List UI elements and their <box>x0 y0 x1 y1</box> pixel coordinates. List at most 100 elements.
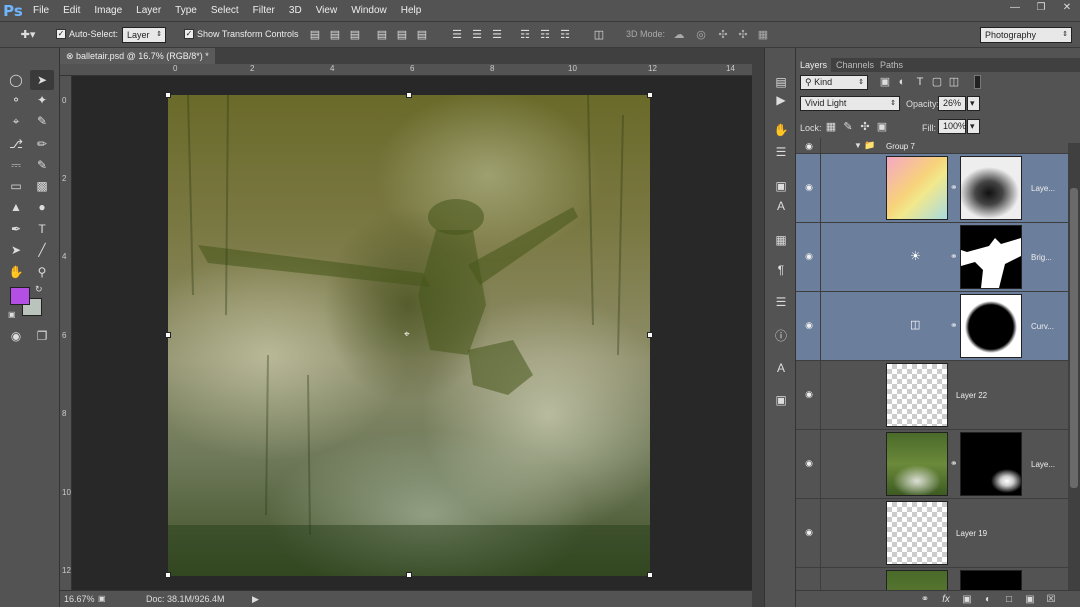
transform-handle-nw[interactable] <box>165 92 171 98</box>
crop-icon[interactable]: ⌖ <box>4 111 28 131</box>
swap-colors-icon[interactable]: ↻ <box>35 284 43 295</box>
distribute-right-icon[interactable]: ☶ <box>558 28 572 42</box>
close-icon[interactable]: ⊗ <box>66 51 76 61</box>
filter-type-icon[interactable]: T <box>913 75 927 89</box>
fx-icon[interactable]: fx <box>939 593 953 607</box>
hand-icon[interactable]: ✋ <box>4 262 28 282</box>
transform-handle-w[interactable] <box>165 332 171 338</box>
eye-icon[interactable]: ◉ <box>802 182 816 193</box>
eye-icon[interactable]: ◉ <box>802 527 816 538</box>
document-tab[interactable]: ⊗ balletair.psd @ 16.7% (RGB/8*) * <box>60 48 215 64</box>
menu-help[interactable]: Help <box>394 0 429 22</box>
move-icon[interactable]: ➤ <box>30 70 54 90</box>
fill-input[interactable]: 100% <box>938 119 966 134</box>
foreground-color-swatch[interactable] <box>10 287 30 305</box>
move-tool-preset-icon[interactable]: ✚▾ <box>16 28 40 42</box>
3d-pan-icon[interactable]: ✣ <box>716 28 730 42</box>
transform-handle-sw[interactable] <box>165 572 171 578</box>
fill-slider-button[interactable]: ▾ <box>967 119 980 134</box>
layers-scrollbar-thumb[interactable] <box>1070 188 1078 488</box>
blur-icon[interactable]: ▲ <box>4 197 28 217</box>
layer-row[interactable]: ◉ ⚭ Laye... <box>796 430 1068 499</box>
auto-align-icon[interactable]: ◫ <box>592 28 606 42</box>
distribute-hcenter-icon[interactable]: ☶ <box>538 28 552 42</box>
lock-all-icon[interactable]: ▣ <box>875 120 889 134</box>
layer-mask-thumbnail[interactable] <box>960 156 1022 220</box>
eye-icon[interactable]: ◉ <box>802 141 816 152</box>
eye-icon[interactable]: ◉ <box>802 458 816 469</box>
link-icon[interactable]: ⚭ <box>950 182 958 193</box>
quick-mask-icon[interactable]: ◉ <box>4 326 28 346</box>
filter-adjustment-icon[interactable]: ◐ <box>895 75 909 89</box>
adjust-sliders-icon[interactable]: ☰ <box>773 144 789 160</box>
auto-select-checkbox[interactable]: ✓ <box>56 29 66 39</box>
status-preview-icon[interactable]: ▣ <box>98 594 106 603</box>
transform-handle-n[interactable] <box>406 92 412 98</box>
eye-icon[interactable]: ◉ <box>802 389 816 400</box>
filter-toggle-switch[interactable] <box>974 75 981 89</box>
transform-handle-s[interactable] <box>406 572 412 578</box>
grid-icon[interactable]: ▦ <box>773 232 789 248</box>
distribute-vcenter-icon[interactable]: ☰ <box>470 28 484 42</box>
tab-paths[interactable]: Paths <box>876 58 907 72</box>
link-icon[interactable]: ⚭ <box>950 458 958 469</box>
path-select-icon[interactable]: ➤ <box>4 240 28 260</box>
close-icon[interactable]: ✕ <box>1054 0 1080 16</box>
history-icon[interactable]: ▤ <box>773 74 789 90</box>
workspace-dropdown[interactable]: Photography ⇕ <box>980 27 1072 43</box>
brush-icon[interactable]: ✏ <box>30 134 54 154</box>
trash-icon[interactable]: ☒ <box>1044 593 1058 607</box>
filter-kind-dropdown[interactable]: ⚲ Kind ⇕ <box>800 75 868 90</box>
opacity-input[interactable]: 26% <box>938 96 966 111</box>
3d-roll-icon[interactable]: ◎ <box>694 28 708 42</box>
link-icon[interactable]: ⚭ <box>950 320 958 331</box>
stamp-icon[interactable]: ⎓ <box>4 155 28 175</box>
transform-handle-se[interactable] <box>647 572 653 578</box>
layer-mask-thumbnail[interactable] <box>960 432 1022 496</box>
type-icon[interactable]: T <box>30 219 54 239</box>
menu-file[interactable]: File <box>26 0 56 22</box>
group-expand-triangle-icon[interactable]: ▼ <box>854 141 862 150</box>
menu-type[interactable]: Type <box>168 0 204 22</box>
minimize-icon[interactable]: — <box>1002 0 1028 16</box>
screen-mode-icon[interactable]: ❐ <box>30 326 54 346</box>
brush-presets-icon[interactable]: ▣ <box>773 178 789 194</box>
clone-source-icon[interactable]: A <box>773 198 789 214</box>
paragraph-styles-icon[interactable]: ☰ <box>773 294 789 310</box>
layer-row[interactable]: ◉ ☀ ⚭ Brig... <box>796 223 1068 292</box>
link-icon[interactable]: ⚭ <box>950 251 958 262</box>
layer-row[interactable]: ◉ Layer 19 <box>796 499 1068 568</box>
show-transform-checkbox[interactable]: ✓ <box>184 29 194 39</box>
layer-mask-thumbnail[interactable] <box>960 225 1022 289</box>
3d-orbit-icon[interactable]: ☁ <box>672 28 686 42</box>
magic-wand-icon[interactable]: ✦ <box>30 90 54 110</box>
dodge-icon[interactable]: ● <box>30 197 54 217</box>
layer-mask-thumbnail[interactable] <box>960 570 1022 590</box>
3d-slide-icon[interactable]: ✣ <box>736 28 750 42</box>
marquee-icon[interactable]: ◯ <box>4 70 28 90</box>
align-right-icon[interactable]: ▤ <box>415 28 429 42</box>
filter-shape-icon[interactable]: ▢ <box>930 75 944 89</box>
menu-filter[interactable]: Filter <box>246 0 282 22</box>
layer-row[interactable]: ◉ ⚭ Laye... <box>796 154 1068 223</box>
filter-pixel-icon[interactable]: ▣ <box>878 75 892 89</box>
status-menu-arrow-icon[interactable]: ▶ <box>252 594 259 605</box>
layer-row-partial[interactable] <box>796 568 1068 590</box>
transform-handle-e[interactable] <box>647 332 653 338</box>
paragraph-icon[interactable]: ¶ <box>773 262 789 278</box>
distribute-left-icon[interactable]: ☶ <box>518 28 532 42</box>
mask-icon[interactable]: ▣ <box>960 593 974 607</box>
eraser-icon[interactable]: ▭ <box>4 176 28 196</box>
distribute-top-icon[interactable]: ☰ <box>450 28 464 42</box>
eyedropper-icon[interactable]: ✎ <box>30 111 54 131</box>
tab-layers[interactable]: Layers <box>796 58 832 72</box>
layer-group-row[interactable]: ◉ ▼ 📁 Group 7 <box>796 138 1068 154</box>
zoom-level[interactable]: 16.67% <box>64 594 95 604</box>
restore-icon[interactable]: ❐ <box>1028 0 1054 16</box>
menu-window[interactable]: Window <box>344 0 394 22</box>
lock-transparent-icon[interactable]: ▦ <box>824 120 838 134</box>
transform-center-icon[interactable]: ⌖ <box>404 329 410 340</box>
healing-icon[interactable]: ⎇ <box>4 134 28 154</box>
align-left-icon[interactable]: ▤ <box>375 28 389 42</box>
transform-handle-ne[interactable] <box>647 92 653 98</box>
